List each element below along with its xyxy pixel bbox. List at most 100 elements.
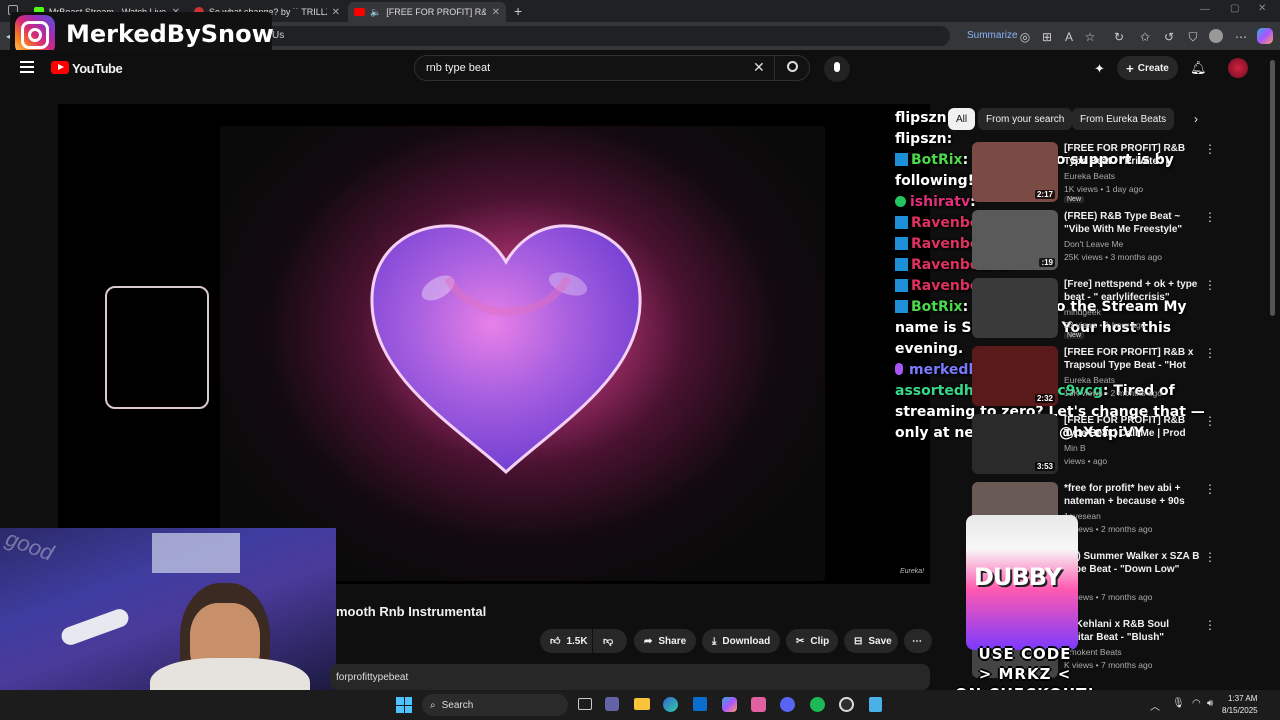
hamburger-menu-icon[interactable] <box>20 61 34 73</box>
like-button[interactable]: 👍︎ 1.5K <box>540 629 592 653</box>
notifications-bell-icon[interactable]: 🔔︎ <box>1190 60 1207 76</box>
recommendation-item[interactable]: 3:53 [FREE FOR PROFIT] R&B Type Beat | C… <box>948 412 1218 476</box>
shield-icon[interactable]: ⛉ <box>1186 30 1200 44</box>
new-tab-button[interactable]: + <box>514 3 522 19</box>
clip-button[interactable]: ✂ Clip <box>786 629 838 653</box>
search-input[interactable]: rnb type beat <box>414 55 810 81</box>
tab-youtube[interactable]: 🔈 [FREE FOR PROFIT] R&B Typ ✕ <box>348 2 506 22</box>
more-options-icon[interactable]: ⋮ <box>1204 414 1216 428</box>
video-duration: 2:17 <box>1034 190 1055 199</box>
account-avatar[interactable] <box>1228 58 1248 78</box>
video-title[interactable]: [FREE FOR PROFIT] R&B Type Beat | Call M… <box>1064 414 1200 440</box>
more-options-icon[interactable]: ⋮ <box>1204 142 1216 156</box>
video-title[interactable]: [FREE FOR PROFIT] R&B Type Beat - "Priva… <box>1064 142 1200 168</box>
file-explorer-icon[interactable] <box>634 698 650 710</box>
video-channel[interactable]: mindgeek <box>1064 306 1101 319</box>
more-options-icon[interactable]: ⋮ <box>1204 346 1216 360</box>
history-icon[interactable]: ↺ <box>1162 30 1176 44</box>
refresh-icon[interactable]: ↻ <box>1112 30 1126 44</box>
more-actions-button[interactable]: ⋯ <box>904 629 932 653</box>
video-thumbnail[interactable] <box>972 278 1058 338</box>
clock-time[interactable]: 1:37 AM <box>1228 694 1257 703</box>
recommendation-item[interactable]: [Free] nettspend + ok + type beat - " ea… <box>948 276 1218 340</box>
save-label: Save <box>868 635 892 647</box>
wifi-icon[interactable]: ◠ <box>1192 698 1201 709</box>
video-title[interactable]: [FREE FOR PROFIT] R&B x Trapsoul Type Be… <box>1064 346 1200 372</box>
video-channel[interactable]: Eureka Beats <box>1064 374 1115 387</box>
tray-chevron-icon[interactable]: ︿ <box>1150 698 1160 713</box>
volume-icon[interactable]: 🔊︎ <box>1207 698 1213 709</box>
recommendation-item[interactable]: 2:32 [FREE FOR PROFIT] R&B x Trapsoul Ty… <box>948 344 1218 408</box>
store-icon[interactable] <box>693 697 707 711</box>
apps-icon[interactable]: ⊞ <box>1040 30 1054 44</box>
profile-avatar[interactable] <box>1209 29 1223 43</box>
more-options-icon[interactable]: ⋮ <box>1204 550 1216 564</box>
speaker-icon[interactable]: 🔈 <box>370 7 381 18</box>
chip-all[interactable]: All <box>948 108 976 130</box>
description-hashtag[interactable]: forprofittypebeat <box>336 672 408 683</box>
spotify-icon[interactable] <box>810 697 825 712</box>
video-title[interactable]: *free for profit* hev abi + nateman + be… <box>1064 482 1200 508</box>
more-options-icon[interactable]: ⋮ <box>1204 482 1216 496</box>
close-tab-icon[interactable]: ✕ <box>332 7 340 18</box>
video-title[interactable]: [Free] nettspend + ok + type beat - " ea… <box>1064 278 1200 304</box>
video-thumbnail[interactable]: 2:17 <box>972 142 1058 202</box>
copilot-taskbar-icon[interactable] <box>722 697 737 712</box>
save-button[interactable]: ⊟ Save <box>844 629 898 653</box>
video-title[interactable]: (FREE) R&B Type Beat ~ "Vibe With Me Fre… <box>1064 210 1200 236</box>
chip-next-icon[interactable]: › <box>1194 112 1198 126</box>
video-thumbnail[interactable]: 2:32 <box>972 346 1058 406</box>
create-button[interactable]: + Create <box>1117 56 1178 80</box>
search-button[interactable] <box>774 55 810 81</box>
edge-icon[interactable] <box>663 697 678 712</box>
task-view-icon[interactable] <box>578 698 592 710</box>
video-channel[interactable]: Don't Leave Me <box>1064 238 1123 251</box>
video-thumbnail[interactable]: :19 <box>972 210 1058 270</box>
video-channel[interactable]: Min B <box>1064 442 1086 455</box>
more-options-icon[interactable]: ⋮ <box>1204 278 1216 292</box>
copilot-icon[interactable] <box>1257 28 1273 44</box>
more-options-icon[interactable]: ⋮ <box>1204 618 1216 632</box>
discord-icon[interactable] <box>780 697 795 712</box>
start-icon[interactable] <box>396 697 412 713</box>
youtube-logo-text[interactable]: YouTube <box>72 61 123 76</box>
collections-icon[interactable]: ✩ <box>1138 30 1152 44</box>
studio-icon[interactable]: ✦ <box>1094 61 1105 77</box>
share-button[interactable]: ➦ Share <box>634 629 696 653</box>
summarize-button[interactable]: Summarize <box>967 30 1018 41</box>
recommendation-item[interactable]: 2:17 [FREE FOR PROFIT] R&B Type Beat - "… <box>948 140 1218 204</box>
description-box[interactable] <box>330 664 930 690</box>
chip-from-channel[interactable]: From Eureka Beats <box>1072 108 1175 130</box>
obs-icon[interactable] <box>839 697 854 712</box>
maximize-icon[interactable]: ▢ <box>1230 3 1239 14</box>
mic-button[interactable] <box>824 56 850 82</box>
page-scrollbar[interactable] <box>1270 60 1275 316</box>
translate-icon[interactable]: A <box>1062 30 1076 44</box>
video-title[interactable]: e) Kehlani x R&B Soul Guitar Beat - "Blu… <box>1064 618 1200 644</box>
search-value: rnb type beat <box>426 62 491 74</box>
notepad-icon[interactable] <box>869 697 882 712</box>
video-title[interactable]: EE) Summer Walker x SZA B Type Beat - "D… <box>1064 550 1200 576</box>
reader-icon[interactable]: ◎ <box>1018 30 1032 44</box>
favorite-icon[interactable]: ☆ <box>1083 30 1097 44</box>
youtube-logo-icon[interactable] <box>51 61 69 74</box>
teams-icon[interactable] <box>605 697 619 711</box>
clock-date[interactable]: 8/15/2025 <box>1222 706 1258 715</box>
more-icon[interactable]: ⋯ <box>1234 30 1248 44</box>
close-window-icon[interactable]: ✕ <box>1258 3 1266 14</box>
chip-from-search[interactable]: From your search <box>978 108 1073 130</box>
dislike-button[interactable]: 👎︎ <box>593 629 627 653</box>
address-field[interactable] <box>250 26 950 46</box>
minimize-icon[interactable]: — <box>1200 4 1210 15</box>
paint-icon[interactable] <box>751 697 766 712</box>
taskbar-search[interactable]: ⌕ Search <box>422 694 568 716</box>
download-button[interactable]: ⤓ Download <box>702 629 780 653</box>
video-duration: :19 <box>1039 258 1055 267</box>
close-tab-icon[interactable]: ✕ <box>492 7 500 18</box>
video-thumbnail[interactable]: 3:53 <box>972 414 1058 474</box>
video-channel[interactable]: Eureka Beats <box>1064 170 1115 183</box>
mic-tray-icon[interactable]: 🎙︎ <box>1172 698 1185 709</box>
recommendation-item[interactable]: :19 (FREE) R&B Type Beat ~ "Vibe With Me… <box>948 208 1218 272</box>
more-options-icon[interactable]: ⋮ <box>1204 210 1216 224</box>
clear-search-icon[interactable]: ✕ <box>753 59 765 76</box>
